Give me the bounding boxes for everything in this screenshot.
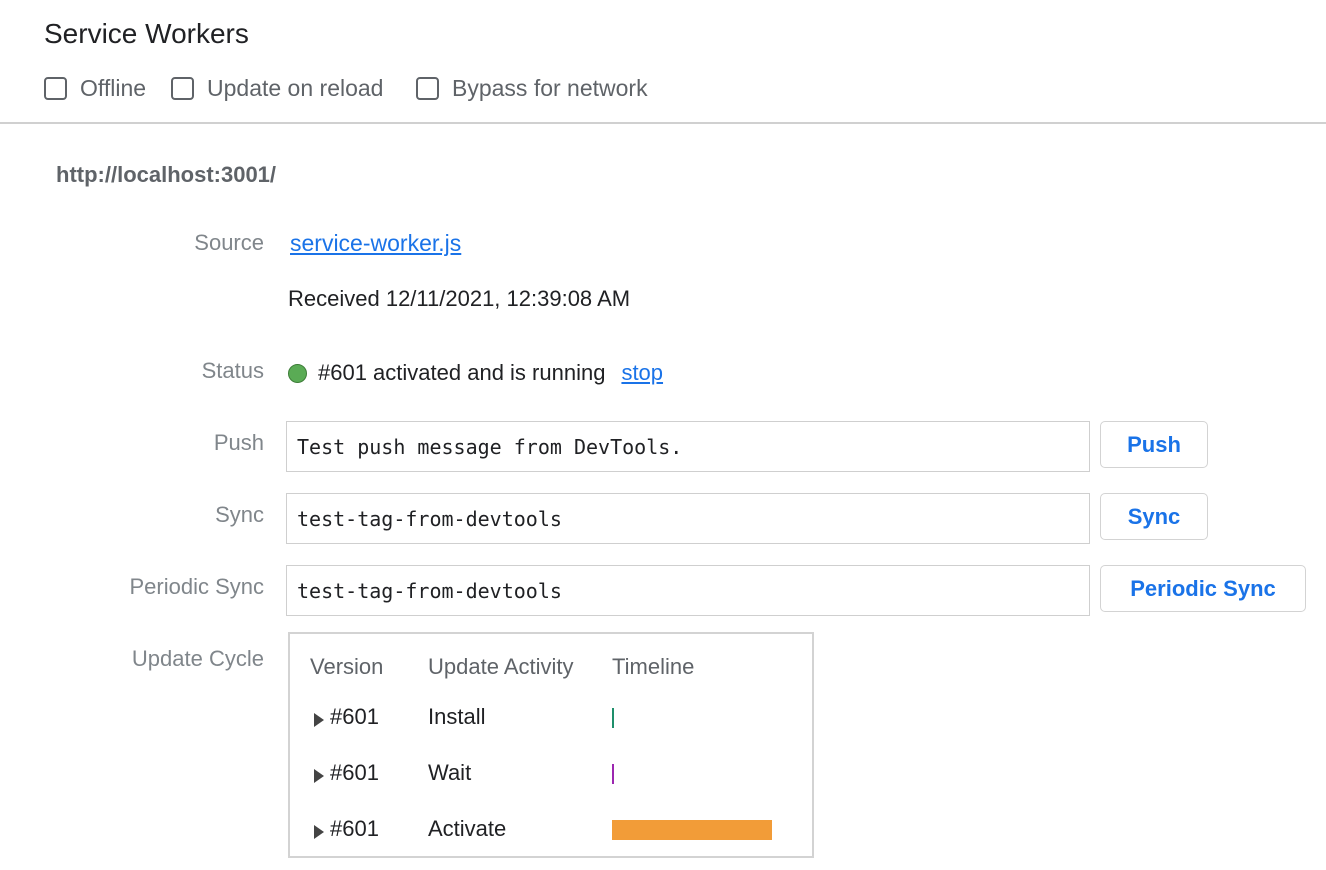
expand-triangle-icon[interactable]	[314, 769, 324, 783]
cycle-activity: Activate	[428, 816, 507, 841]
update-cycle-label: Update Cycle	[131, 646, 264, 671]
push-label: Push	[213, 430, 264, 455]
install-timeline-bar	[612, 708, 614, 728]
cycle-activity: Wait	[428, 760, 472, 785]
status-running-indicator	[288, 363, 307, 383]
sync-tag-input[interactable]	[286, 493, 1090, 544]
offline-label: Offline	[80, 74, 147, 101]
push-button[interactable]: Push	[1100, 421, 1208, 468]
version-column-header: Version	[310, 654, 384, 679]
periodic-sync-tag-input[interactable]	[286, 565, 1090, 616]
source-label: Source	[194, 230, 264, 255]
update-on-reload-label: Update on reload	[207, 74, 384, 101]
expand-triangle-icon[interactable]	[314, 825, 324, 839]
cycle-version: #601	[330, 760, 379, 785]
status-label: Status	[201, 358, 264, 383]
periodic-sync-label: Periodic Sync	[129, 574, 264, 599]
offline-checkbox[interactable]	[44, 76, 67, 100]
stop-link[interactable]: stop	[621, 360, 663, 386]
update-activity-column-header: Update Activity	[428, 654, 574, 679]
bypass-for-network-checkbox[interactable]	[416, 76, 439, 100]
cycle-version: #601	[330, 816, 379, 841]
update-on-reload-checkbox[interactable]	[171, 76, 194, 100]
update-cycle-table: Version Update Activity Timeline #601 In…	[288, 632, 814, 858]
update-cycle-row-wait: #601 Wait	[290, 760, 812, 790]
source-file-link[interactable]: service-worker.js	[290, 230, 461, 257]
update-cycle-row-activate: #601 Activate	[290, 816, 812, 846]
sync-label: Sync	[215, 502, 264, 527]
expand-triangle-icon[interactable]	[314, 713, 324, 727]
offline-option[interactable]: Offline	[44, 74, 146, 102]
status-line: #601 activated and is running stop	[288, 358, 663, 388]
cycle-version: #601	[330, 704, 379, 729]
update-cycle-row-install: #601 Install	[290, 704, 812, 734]
bypass-for-network-option[interactable]: Bypass for network	[416, 74, 648, 102]
cycle-activity: Install	[428, 704, 486, 729]
timeline-column-header: Timeline	[612, 654, 695, 679]
update-on-reload-option[interactable]: Update on reload	[171, 74, 383, 102]
bypass-for-network-label: Bypass for network	[452, 74, 648, 101]
periodic-sync-button[interactable]: Periodic Sync	[1100, 565, 1306, 612]
service-workers-toolbar: Service Workers Offline Update on reload…	[0, 0, 1326, 124]
received-timestamp: Received 12/11/2021, 12:39:08 AM	[288, 286, 631, 311]
activate-timeline-bar	[612, 820, 772, 840]
status-text: #601 activated and is running	[318, 360, 606, 385]
wait-timeline-bar	[612, 764, 614, 784]
page-title: Service Workers	[44, 18, 249, 49]
worker-origin: http://localhost:3001/	[56, 162, 277, 187]
push-message-input[interactable]	[286, 421, 1090, 472]
sync-button[interactable]: Sync	[1100, 493, 1208, 540]
